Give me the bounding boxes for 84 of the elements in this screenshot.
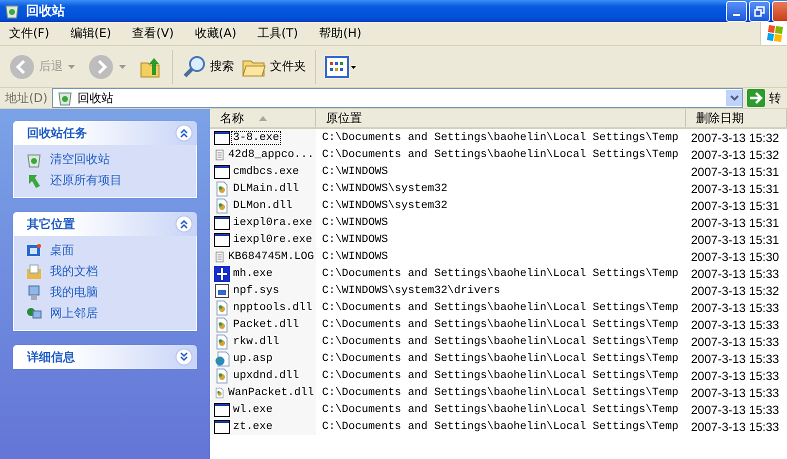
column-header[interactable]: 原位置 <box>316 109 686 127</box>
location-text: C:\Documents and Settings\baohelin\Local Settings\Temp <box>322 420 678 432</box>
chevron-icon[interactable] <box>175 348 193 366</box>
restore-icon <box>754 6 765 16</box>
file-name[interactable]: 3-8.exe <box>231 130 282 144</box>
folders-button[interactable]: 文件夹 <box>239 54 309 80</box>
date-text: 2007-3-13 15:31 <box>691 182 780 196</box>
date-text: 2007-3-13 15:33 <box>691 266 780 280</box>
panel-title: 回收站任务 <box>27 124 88 142</box>
menu-item[interactable]: 查看(V) <box>123 25 183 42</box>
date-text: 2007-3-13 15:32 <box>691 148 780 162</box>
location-text: C:\Documents and Settings\baohelin\Local Settings\Temp <box>322 352 678 364</box>
task-link[interactable]: 还原所有项目 <box>50 172 122 189</box>
panel-header[interactable]: 详细信息 <box>13 345 197 369</box>
location-text: C:\Documents and Settings\baohelin\Local Settings\Temp <box>322 370 678 382</box>
chevron-icon[interactable] <box>175 215 193 233</box>
panel-title: 详细信息 <box>27 348 76 366</box>
location-text: C:\WINDOWS\system32 <box>322 200 448 212</box>
location-text: C:\WINDOWS <box>322 234 388 246</box>
date-text: 2007-3-13 15:33 <box>691 318 780 332</box>
column-header[interactable]: 删除日期 <box>686 109 787 127</box>
folder-icon <box>26 264 42 280</box>
panel-title: 其它位置 <box>27 216 76 232</box>
desktop-icon <box>26 242 42 258</box>
minimize-icon <box>733 14 740 16</box>
date-text: 2007-3-13 15:33 <box>691 300 780 314</box>
address-field[interactable]: 回收站 <box>52 88 743 108</box>
panel-header[interactable]: 回收站任务 <box>13 121 197 145</box>
location-text: C:\WINDOWS <box>322 166 388 178</box>
menu-item[interactable]: 编辑(E) <box>61 25 120 42</box>
recycle-bin-icon <box>4 3 20 19</box>
computer-icon <box>26 284 42 300</box>
search-icon <box>182 54 206 78</box>
chevron-down-icon <box>730 95 738 101</box>
panel-header[interactable]: 其它位置 <box>13 212 197 236</box>
date-text: 2007-3-13 15:31 <box>691 216 780 230</box>
location-text: C:\Documents and Settings\baohelin\Local Settings\Temp <box>322 404 678 416</box>
task-link[interactable]: 我的电脑 <box>50 284 98 301</box>
restore-button[interactable] <box>749 0 770 22</box>
task-link[interactable]: 桌面 <box>50 242 74 259</box>
location-text: C:\Documents and Settings\baohelin\Local Settings\Temp <box>322 336 678 348</box>
task-link[interactable]: 网上邻居 <box>50 305 98 322</box>
task-link[interactable]: 清空回收站 <box>50 151 110 168</box>
dropdown-button[interactable] <box>726 90 742 106</box>
chevron-icon[interactable] <box>175 124 193 142</box>
date-text: 2007-3-13 15:33 <box>691 386 780 400</box>
close-button[interactable] <box>772 0 787 22</box>
location-text: C:\Documents and Settings\baohelin\Local Settings\Temp <box>322 132 678 144</box>
go-button[interactable]: 转 <box>743 89 787 107</box>
date-text: 2007-3-13 15:33 <box>691 352 780 366</box>
date-text: 2007-3-13 15:32 <box>691 284 780 298</box>
location-text: C:\WINDOWS\system32 <box>322 182 448 194</box>
search-button[interactable]: 搜索 <box>179 52 237 80</box>
column-header[interactable]: 名称 <box>210 109 316 127</box>
location-text: C:\WINDOWS\system32\drivers <box>322 284 500 296</box>
location-text: C:\Documents and Settings\baohelin\Local Settings\Temp <box>322 318 678 330</box>
recycle-bin-icon <box>26 152 42 168</box>
menu-item[interactable]: 工具(T) <box>248 25 308 42</box>
location-text: C:\Documents and Settings\baohelin\Local Settings\Temp <box>322 302 678 314</box>
date-text: 2007-3-13 15:30 <box>691 250 780 264</box>
task-link[interactable]: 我的文档 <box>50 263 98 280</box>
location-text: C:\Documents and Settings\baohelin\Local Settings\Temp <box>322 386 678 398</box>
date-text: 2007-3-13 15:33 <box>691 368 780 382</box>
date-text: 2007-3-13 15:31 <box>691 198 780 212</box>
date-text: 2007-3-13 15:33 <box>691 420 780 434</box>
network-icon <box>26 306 42 322</box>
location-text: C:\Documents and Settings\baohelin\Local Settings\Temp <box>322 268 678 280</box>
menu-item[interactable]: 文件(F) <box>0 25 58 42</box>
menu-item[interactable]: 收藏(A) <box>186 25 246 42</box>
location-text: C:\Documents and Settings\baohelin\Local Settings\Temp <box>322 148 678 160</box>
recycle-bin-icon <box>56 90 73 106</box>
date-text: 2007-3-13 15:32 <box>691 130 780 144</box>
date-text: 2007-3-13 15:31 <box>691 232 780 246</box>
location-text: C:\WINDOWS <box>322 216 388 228</box>
address-label: 地址(D) <box>4 90 49 106</box>
date-text: 2007-3-13 15:31 <box>691 164 780 178</box>
sort-arrow-icon <box>258 115 268 121</box>
arrow-icon <box>26 172 42 188</box>
minimize-button[interactable] <box>726 0 747 22</box>
menu-item[interactable]: 帮助(H) <box>310 25 370 42</box>
date-text: 2007-3-13 15:33 <box>691 334 780 348</box>
location-text: C:\WINDOWS <box>322 250 388 262</box>
date-text: 2007-3-13 15:33 <box>691 402 780 416</box>
window-title: 回收站 <box>26 3 66 20</box>
